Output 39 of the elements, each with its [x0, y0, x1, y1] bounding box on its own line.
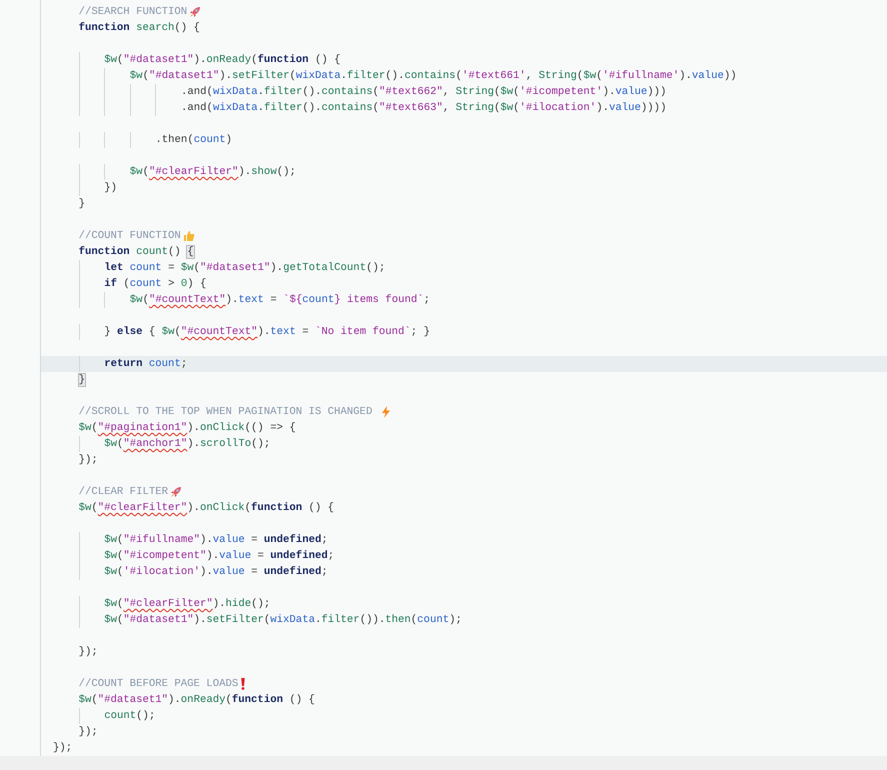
code-comment: //COUNT BEFORE PAGE LOADS — [78, 677, 238, 692]
code-line: if (count > 0) { — [104, 277, 206, 292]
code-line: }); — [78, 645, 98, 660]
code-line: $w("#clearFilter").onClick(function () { — [78, 501, 334, 516]
code-line: function search() { — [78, 21, 200, 36]
code-line: }); — [78, 453, 98, 468]
code-line: count(); — [104, 709, 156, 724]
code-line: $w("#dataset1").setFilter(wixData.filter().contains('#text661', String($w('#ifullname').value)) — [130, 69, 737, 84]
code-line: $w("#dataset1").onReady(function () { — [104, 53, 341, 68]
code-line: $w("#clearFilter").hide(); — [104, 597, 270, 612]
code-line: $w("#icompetent").value = undefined; — [104, 549, 334, 564]
code-line: }); — [78, 725, 98, 740]
code-line: return count; — [104, 357, 188, 372]
code-comment: //SEARCH FUNCTION — [78, 5, 188, 20]
code-line: $w('#ilocation').value = undefined; — [104, 565, 328, 580]
code-comment: //SCROLL TO THE TOP WHEN PAGINATION IS CHANGED — [78, 405, 372, 420]
code-line: } else { $w("#countText").text = `No item found`; } — [104, 325, 430, 340]
rocket-icon — [189, 6, 202, 18]
code-line: .and(wixData.filter().contains("#text662", String($w('#icompetent').value))) — [181, 85, 666, 100]
rocket-icon — [170, 486, 182, 498]
code-line: $w("#pagination1").onClick(() => { — [78, 421, 296, 436]
code-line: $w("#ifullname").value = undefined; — [104, 533, 328, 548]
exclamation-icon — [240, 678, 246, 690]
code-line: let count = $w("#dataset1").getTotalCount(); — [104, 261, 386, 276]
code-line: .and(wixData.filter().contains("#text663", String($w('#ilocation').value)))) — [181, 101, 666, 116]
code-line: .then(count) — [155, 133, 232, 148]
code-comment: //COUNT FUNCTION — [78, 229, 181, 244]
code-line: $w("#countText").text = `${count} items found`; — [130, 293, 430, 308]
code-line: $w("#dataset1").onReady(function () { — [78, 693, 315, 708]
code-comment: //CLEAR FILTER — [78, 485, 168, 500]
code-line: $w("#dataset1").setFilter(wixData.filter()).then(count); — [104, 613, 462, 628]
code-line: $w("#clearFilter").show(); — [130, 165, 296, 180]
thumbs-up-icon — [182, 230, 195, 242]
code-line: }) — [104, 181, 117, 196]
lightning-icon — [380, 406, 392, 418]
code-line: } — [78, 197, 85, 212]
code-line: function count() { — [78, 245, 194, 260]
code-line: $w("#anchor1").scrollTo(); — [104, 437, 270, 452]
code-line: }); — [53, 741, 72, 756]
